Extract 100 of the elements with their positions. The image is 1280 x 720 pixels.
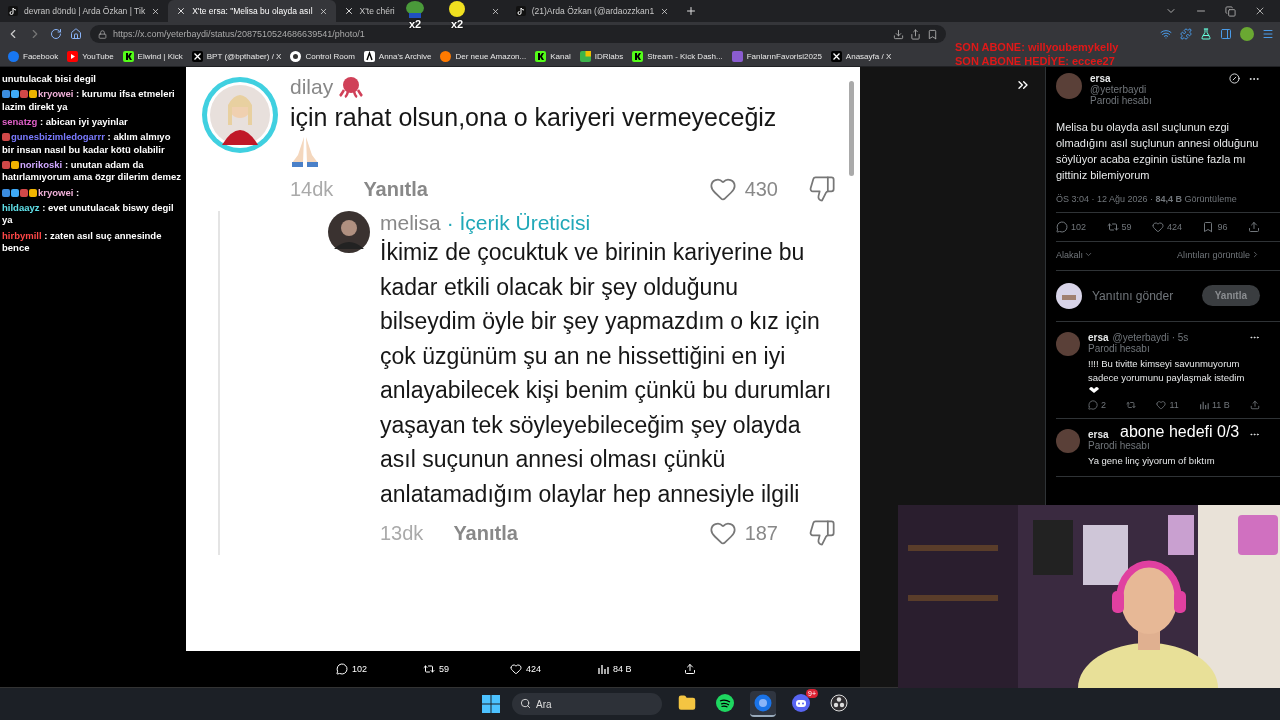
close-icon[interactable] xyxy=(318,6,328,16)
like-button[interactable]: 424 xyxy=(1152,220,1182,233)
bookmark-icon xyxy=(731,50,743,62)
share-icon xyxy=(1249,400,1260,411)
dislike-icon[interactable] xyxy=(808,519,836,548)
start-icon[interactable] xyxy=(482,695,500,713)
chat-app-icon xyxy=(792,694,810,712)
reply-link[interactable]: Yanıtla xyxy=(453,521,518,545)
bookmark-icon xyxy=(191,50,203,62)
dislike-icon[interactable] xyxy=(808,175,836,204)
repost-button[interactable]: 59 xyxy=(1106,220,1132,233)
tab-title: devran döndü | Arda Özkan | Tik xyxy=(24,6,146,16)
share-icon[interactable] xyxy=(910,28,921,40)
tweet-text: Melisa bu olayda asıl suçlunun ezgi olmadığını asıl suçlunun annesi olduğunu söylüyor acaba ezginin üstüne fazla mı gittiniz bilemiyorum xyxy=(1056,120,1260,183)
author-name: ersa xyxy=(1088,331,1109,343)
bookmark-icon xyxy=(1202,220,1215,233)
bookmark-icon xyxy=(535,50,547,62)
bookmark-button[interactable]: 96 xyxy=(1202,220,1228,233)
chat-username: kryowei xyxy=(38,88,74,100)
bookmark-item[interactable]: Kanal xyxy=(535,50,571,62)
bookmark-item[interactable]: Der neue Amazon... xyxy=(440,50,527,62)
browser-tab[interactable]: devran döndü | Arda Özkan | Tik xyxy=(0,0,169,22)
comment-text: İkimiz de çocuktuk ve birinin kariyerine bu kadar etkili olacak bir şey olduğunu bilseydim öyle bir şey yapmazdım o kız için çok üzgünüm şu an ne hissettiğini en iyi anlayabilecek kişi benim çünkü bu durumları yaşayan tek söyleyebileceğim şey olayda asıl suçunun annesi olması çünkü anlatamadığım olaylar hep annesiyle ilgili xyxy=(380,238,833,509)
close-icon[interactable] xyxy=(660,6,670,16)
close-icon[interactable] xyxy=(151,6,161,16)
search-field[interactable]: Ara xyxy=(512,693,662,715)
close-icon[interactable] xyxy=(1254,5,1266,17)
octopus-icon xyxy=(339,76,364,98)
chat-message: gunesbizimledogarrr : aklım almıyo bir insan nasıl bu kadar kötü olabilir xyxy=(2,131,172,157)
recorder-icon xyxy=(830,694,848,712)
praying-hands-icon xyxy=(290,135,320,168)
reply-button[interactable]: 102 xyxy=(336,663,423,675)
reload-icon[interactable] xyxy=(50,28,62,40)
bookmark-item[interactable]: Anna's Archive xyxy=(363,50,432,62)
chat-message: norikoski : unutan adam da hatırlamıyorum ama özgr dilerim demez xyxy=(2,159,182,184)
views-button[interactable]: 11 B xyxy=(1198,400,1230,411)
comment-time: 14dk xyxy=(290,177,334,201)
repost-button[interactable] xyxy=(1126,400,1137,411)
reply-link[interactable]: Yanıtla xyxy=(363,177,428,201)
bookmark-icon xyxy=(440,50,452,62)
bookmark-item[interactable]: IDRlabs xyxy=(579,50,624,62)
heart-icon xyxy=(1156,400,1167,411)
browser-tab[interactable]: (21)Arda Özkan (@ardaozzkan1 xyxy=(507,0,678,22)
slash-circle-icon[interactable] xyxy=(1229,73,1240,84)
music-app-icon xyxy=(716,694,734,712)
like-button[interactable]: 424 xyxy=(510,663,597,675)
bookmark-item[interactable]: Elwind | Kick xyxy=(122,50,183,62)
comment-text: için rahat olsun,ona o kariyeri vermeyeceğiz xyxy=(290,102,778,133)
quotes-link[interactable]: Alıntıları görüntüle xyxy=(1176,249,1250,260)
comment-username: melisa xyxy=(380,211,441,236)
reply-field[interactable]: Yanıtını gönder xyxy=(1090,287,1194,304)
bookmark-icon[interactable] xyxy=(927,28,938,40)
share-button[interactable] xyxy=(1247,220,1260,233)
views-icon xyxy=(597,663,609,675)
author-handle: @yeterbaydi xyxy=(1090,84,1147,95)
folder-icon xyxy=(678,694,696,712)
tweet-meta: ÖS 3:04 · 12 Ağu 2026 · 84,4 B Görüntüleme xyxy=(1056,193,1238,204)
tab-icon xyxy=(515,6,526,16)
home-icon[interactable] xyxy=(70,28,82,40)
views-button[interactable]: 84 B xyxy=(597,663,684,675)
bookmark-item[interactable]: Stream - Kick Dash... xyxy=(632,50,723,62)
repost-button[interactable]: 59 xyxy=(423,663,510,675)
reply-button[interactable]: 2 xyxy=(1088,400,1106,411)
taskbar-app[interactable] xyxy=(750,691,776,717)
menu-icon[interactable] xyxy=(1262,28,1274,40)
frog-icon xyxy=(405,0,425,18)
bookmark-item[interactable]: Facebook xyxy=(8,50,59,62)
heart-hands-icon xyxy=(1088,384,1100,395)
chat-username: gunesbizimledogarrr xyxy=(11,131,105,143)
reply-text: !!!! Bu tivitte kimseyi savunmuyorum sadece yorumunu paylaşmak istedim xyxy=(1088,356,1246,385)
sort-link[interactable]: Alakalı xyxy=(1056,249,1083,260)
chat-username: norikoski xyxy=(20,159,63,171)
bookmark-icon xyxy=(579,50,591,62)
side-panel-icon[interactable] xyxy=(1220,28,1232,40)
creator-label: · İçerik Üreticisi xyxy=(446,211,591,236)
last-subscriber: SON ABONE: willyoubemykelly xyxy=(955,41,1119,55)
like-count: 187 xyxy=(744,521,778,545)
reply-button[interactable]: 102 xyxy=(1056,220,1087,233)
like-button[interactable]: 11 xyxy=(1156,400,1179,411)
repost-icon xyxy=(423,663,435,675)
extension-icon[interactable] xyxy=(1180,28,1192,40)
flask-icon[interactable] xyxy=(1200,28,1212,40)
profile-avatar[interactable] xyxy=(1240,27,1254,41)
bookmark-item[interactable]: FanlarınFavorisi2025 xyxy=(731,50,822,62)
bookmark-icon xyxy=(122,50,134,62)
bookmark-item[interactable]: BPT (@bpthaber) / X xyxy=(191,50,282,62)
close-icon[interactable] xyxy=(490,6,500,16)
download-icon[interactable] xyxy=(893,28,904,40)
bookmark-item[interactable]: Control Room xyxy=(290,50,355,62)
reply-icon xyxy=(1056,220,1068,233)
restore-icon[interactable] xyxy=(1225,5,1236,17)
new-tab-icon[interactable] xyxy=(685,5,698,17)
bookmark-item[interactable]: YouTube xyxy=(67,50,114,62)
tab-title: (21)Arda Özkan (@ardaozzkan1 xyxy=(531,6,655,16)
browser-tab[interactable]: X'te ersa: "Melisa bu olayda asıl xyxy=(168,0,336,22)
comment-username: dilay xyxy=(290,75,334,99)
chat-username: hirbymill xyxy=(2,229,42,241)
chat-username: senatzg xyxy=(2,116,38,128)
bookmark-item[interactable]: Anasayfa / X xyxy=(830,50,892,62)
tab-icon xyxy=(8,6,18,16)
